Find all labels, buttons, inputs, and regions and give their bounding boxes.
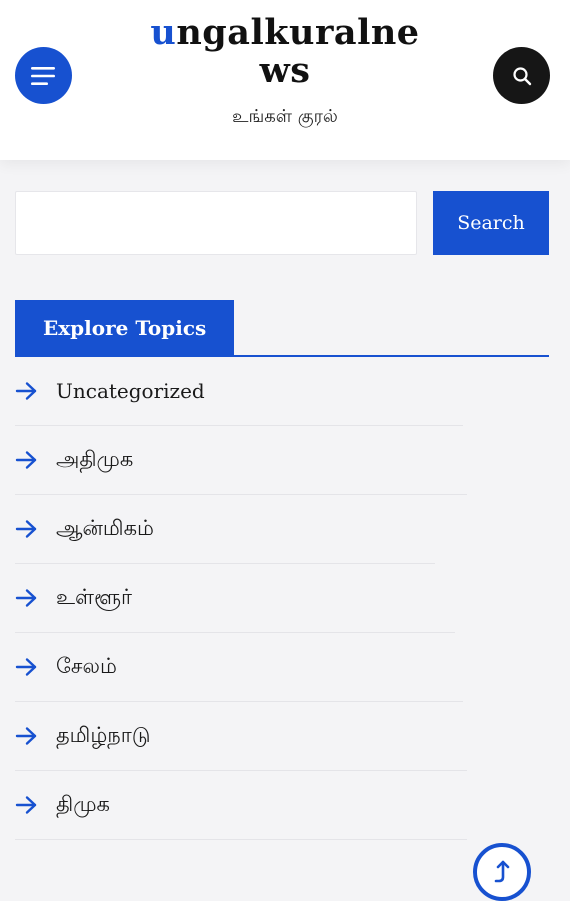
search-submit-button[interactable]: Search bbox=[433, 191, 549, 255]
topic-list: Uncategorized அதிமுக ஆன்மிகம் உள்ளூர் சே… bbox=[15, 357, 549, 840]
arrow-right-icon bbox=[15, 658, 37, 676]
header-search-button[interactable] bbox=[493, 47, 550, 104]
topic-item-salem[interactable]: சேலம் bbox=[15, 633, 463, 702]
site-title[interactable]: ungalkuralnews bbox=[150, 14, 420, 90]
arrow-right-icon bbox=[15, 382, 37, 400]
search-input[interactable] bbox=[15, 191, 417, 255]
topic-label: அதிமுக bbox=[56, 446, 134, 471]
arrow-right-icon bbox=[15, 520, 37, 538]
site-title-rest: ngalkuralnews bbox=[176, 12, 420, 91]
topic-item-dmk[interactable]: திமுக bbox=[15, 771, 467, 840]
arrow-right-icon bbox=[15, 727, 37, 745]
topic-label: சேலம் bbox=[56, 653, 117, 678]
site-tagline: உங்கள் குரல் bbox=[232, 106, 338, 127]
site-branding: ungalkuralnews உங்கள் குரல் bbox=[140, 14, 430, 129]
topic-label: உள்ளூர் bbox=[56, 584, 132, 609]
search-icon bbox=[512, 66, 531, 85]
search-form: Search bbox=[15, 191, 549, 255]
topics-header: Explore Topics bbox=[15, 300, 549, 357]
site-title-first-letter: u bbox=[150, 12, 177, 53]
site-header: ungalkuralnews உங்கள் குரல் bbox=[0, 0, 570, 160]
topic-item-local[interactable]: உள்ளூர் bbox=[15, 564, 455, 633]
hamburger-icon bbox=[30, 66, 55, 85]
arrow-up-icon bbox=[494, 860, 510, 883]
topic-item-tamilnadu[interactable]: தமிழ்நாடு bbox=[15, 702, 467, 771]
arrow-right-icon bbox=[15, 451, 37, 469]
topics-title: Explore Topics bbox=[15, 300, 235, 355]
topic-item-spiritual[interactable]: ஆன்மிகம் bbox=[15, 495, 435, 564]
topic-item-uncategorized[interactable]: Uncategorized bbox=[15, 357, 463, 426]
topic-label: தமிழ்நாடு bbox=[56, 722, 151, 747]
topic-item-admk[interactable]: அதிமுக bbox=[15, 426, 467, 495]
scroll-to-top-button[interactable] bbox=[473, 843, 531, 901]
arrow-right-icon bbox=[15, 589, 37, 607]
explore-topics-widget: Explore Topics Uncategorized அதிமுக ஆன்ம… bbox=[15, 300, 549, 840]
topic-label: Uncategorized bbox=[56, 379, 205, 403]
topic-label: திமுக bbox=[56, 791, 110, 816]
menu-button[interactable] bbox=[15, 47, 72, 104]
topic-label: ஆன்மிகம் bbox=[56, 515, 154, 540]
arrow-right-icon bbox=[15, 796, 37, 814]
